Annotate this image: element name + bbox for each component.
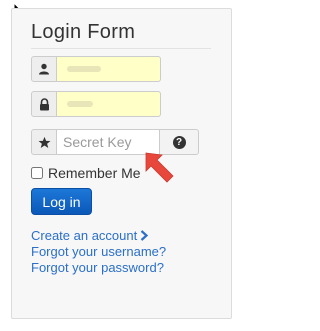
username-group [31,56,161,82]
form-title: Login Form [31,21,136,43]
annotation-arrow-icon [145,152,174,183]
create-account-link[interactable]: Create an account [31,228,166,244]
chevron-right-icon [140,230,149,241]
password-input[interactable] [57,91,161,117]
forgot-password-link[interactable]: Forgot your password? [31,260,166,276]
title-divider [31,48,211,49]
create-account-label: Create an account [31,228,138,243]
account-links: Create an account Forgot your username? … [31,228,166,276]
remember-me-row: Remember Me [31,165,141,181]
user-icon [31,56,57,82]
obscured-username [67,66,101,72]
question-circle-icon: ? [172,135,186,149]
obscured-password [67,101,93,107]
password-group [31,91,161,117]
remember-me-label[interactable]: Remember Me [48,165,141,181]
star-icon [31,129,57,155]
username-input[interactable] [57,56,161,82]
lock-icon [31,91,57,117]
remember-me-checkbox[interactable] [31,167,43,179]
login-button[interactable]: Log in [31,188,92,215]
forgot-username-link[interactable]: Forgot your username? [31,244,166,260]
